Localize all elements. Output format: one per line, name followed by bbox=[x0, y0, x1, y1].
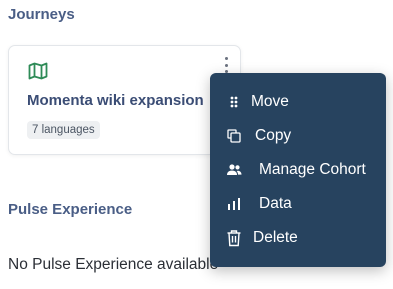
menu-item-copy-label: Copy bbox=[255, 127, 292, 144]
menu-item-delete-label: Delete bbox=[253, 229, 298, 246]
map-icon bbox=[28, 62, 48, 80]
journey-card-title[interactable]: Momenta wiki expansion bbox=[27, 92, 240, 109]
pulse-section-title: Pulse Experience bbox=[8, 201, 133, 218]
menu-item-copy[interactable]: Copy bbox=[210, 121, 386, 151]
menu-item-data-label: Data bbox=[259, 195, 292, 212]
menu-item-move[interactable]: Move bbox=[210, 87, 386, 117]
more-options-icon[interactable] bbox=[221, 56, 231, 74]
users-icon bbox=[226, 162, 242, 178]
menu-item-delete[interactable]: Delete bbox=[210, 223, 386, 253]
bar-chart-icon bbox=[226, 196, 242, 212]
page: Journeys Momenta wiki expansion 7 langua… bbox=[0, 0, 393, 289]
menu-item-data[interactable]: Data bbox=[210, 189, 386, 219]
languages-badge: 7 languages bbox=[27, 121, 100, 139]
copy-icon bbox=[226, 128, 242, 144]
menu-item-move-label: Move bbox=[251, 93, 289, 110]
menu-item-manage-cohort-label: Manage Cohort bbox=[259, 161, 366, 178]
journey-card[interactable]: Momenta wiki expansion 7 languages bbox=[8, 45, 241, 155]
menu-item-manage-cohort[interactable]: Manage Cohort bbox=[210, 155, 386, 185]
journeys-section-title: Journeys bbox=[8, 6, 75, 23]
context-menu: Move Copy Manage Cohort Data Delete bbox=[210, 73, 386, 267]
trash-icon bbox=[226, 230, 242, 247]
pulse-empty-text: No Pulse Experience available bbox=[8, 256, 219, 273]
drag-handle-icon bbox=[226, 94, 242, 110]
